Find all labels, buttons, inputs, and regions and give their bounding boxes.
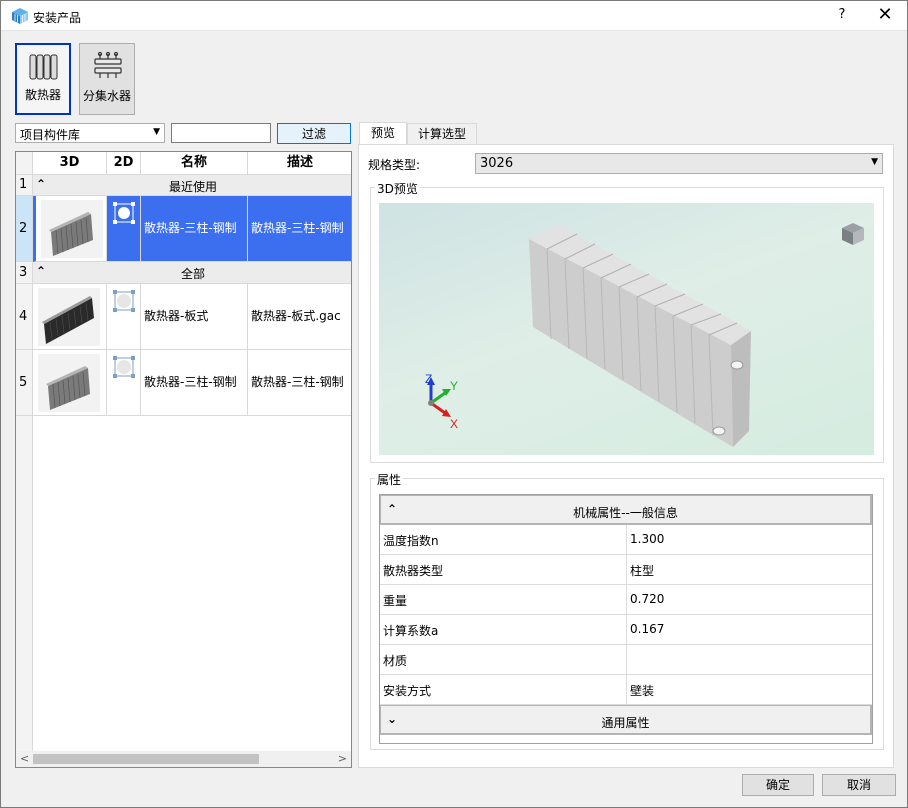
corner-header	[16, 152, 33, 175]
table-row-3d-cell[interactable]	[33, 196, 107, 262]
group-label-all: 全部	[180, 267, 205, 281]
radiator-2d-icon	[113, 202, 135, 224]
property-value[interactable]: 1.300	[630, 532, 664, 546]
row-number: 3	[16, 262, 33, 284]
property-row[interactable]: 散热器类型 柱型	[380, 555, 872, 585]
tab-preview[interactable]: 预览	[359, 122, 407, 145]
row-header-strip	[16, 416, 33, 751]
section-header-mechanical[interactable]: ⌃ 机械属性--一般信息	[380, 495, 872, 525]
properties-table: ⌃ 机械属性--一般信息 温度指数n 1.300 散热器类型 柱型 重量 0.7…	[379, 494, 873, 744]
property-value[interactable]: 0.167	[630, 622, 664, 636]
property-value[interactable]: 0.720	[630, 592, 664, 606]
row-number: 2	[16, 196, 33, 262]
title-bar: 安装产品 ? ✕	[1, 1, 907, 31]
column-header-name[interactable]: 名称	[141, 152, 248, 175]
column-header-desc[interactable]: 描述	[248, 152, 351, 175]
column-header-2d[interactable]: 2D	[107, 152, 141, 175]
row-number: 1	[16, 175, 33, 196]
table-row-2d-cell[interactable]	[107, 196, 141, 262]
tab-calculation[interactable]: 计算选型	[407, 123, 477, 145]
chevron-down-icon: ▼	[153, 127, 160, 137]
scrollbar-thumb[interactable]	[33, 754, 259, 764]
category-manifold-label: 分集水器	[82, 89, 131, 103]
chevron-down-icon: ▼	[871, 157, 878, 167]
table-row-name[interactable]: 散热器-三柱-钢制	[141, 350, 248, 416]
axis-z-label: Z	[425, 372, 432, 386]
window-title: 安装产品	[33, 11, 82, 25]
property-value[interactable]: 柱型	[630, 562, 654, 579]
table-row-name[interactable]: 散热器-三柱-钢制	[141, 196, 248, 262]
property-key: 温度指数n	[383, 534, 439, 548]
group-label-recent: 最近使用	[168, 180, 217, 194]
property-row[interactable]: 材质	[380, 645, 872, 675]
row-number: 5	[16, 350, 33, 416]
library-select-value: 项目构件库	[20, 128, 81, 142]
axis-y-label: Y	[450, 379, 458, 393]
search-input[interactable]	[171, 123, 271, 143]
horizontal-scrollbar[interactable]: < >	[16, 751, 351, 767]
radiator-3d-thumbnail	[41, 200, 103, 258]
app-cube-icon	[12, 8, 28, 24]
property-row[interactable]: 计算系数a 0.167	[380, 615, 872, 645]
radiator-icon	[29, 54, 58, 80]
cancel-button[interactable]: 取消	[822, 774, 896, 796]
table-row-name[interactable]: 散热器-板式	[141, 284, 248, 350]
property-row[interactable]: 重量 0.720	[380, 585, 872, 615]
radiator-3d-thumbnail	[38, 354, 100, 412]
scroll-right-icon[interactable]: >	[338, 751, 347, 767]
spec-type-select[interactable]: 3026 ▼	[475, 153, 883, 174]
property-key: 安装方式	[383, 684, 432, 698]
manifold-icon	[94, 51, 122, 78]
preview-3d-title: 3D预览	[375, 180, 420, 197]
section-header-general[interactable]: ⌄ 通用属性	[380, 705, 872, 735]
property-value[interactable]: 壁装	[630, 682, 654, 699]
close-button[interactable]: ✕	[875, 5, 895, 25]
ok-button[interactable]: 确定	[742, 774, 814, 796]
radiator-3d-model: Z Y X	[425, 223, 864, 447]
table-row-desc[interactable]: 散热器-三柱-钢制	[248, 196, 351, 262]
property-key: 计算系数a	[383, 624, 439, 638]
property-key: 材质	[383, 654, 408, 668]
table-row-2d-cell[interactable]	[107, 284, 141, 350]
table-row-2d-cell[interactable]	[107, 350, 141, 416]
scroll-left-icon[interactable]: <	[20, 751, 29, 767]
property-row[interactable]: 安装方式 壁装	[380, 675, 872, 705]
properties-title: 属性	[375, 471, 404, 488]
spec-type-label: 规格类型:	[368, 158, 421, 172]
column-header-3d[interactable]: 3D	[33, 152, 107, 175]
section-label-general: 通用属性	[601, 716, 650, 730]
axis-x-label: X	[450, 417, 458, 431]
group-row-recent[interactable]: ⌃ 最近使用	[33, 175, 351, 196]
component-table: 3D 2D 名称 描述 1 ⌃ 最近使用 2 散热器-三柱-钢制 散热器-三柱-…	[15, 151, 352, 768]
filter-button[interactable]: 过滤	[277, 123, 351, 144]
panel-radiator-3d-thumbnail	[38, 288, 100, 346]
section-label-mechanical: 机械属性--一般信息	[573, 506, 678, 520]
table-row-desc[interactable]: 散热器-板式.gac	[248, 284, 351, 350]
property-row[interactable]: 温度指数n 1.300	[380, 525, 872, 555]
view-cube-icon	[842, 223, 864, 245]
radiator-2d-icon	[113, 356, 135, 378]
help-button[interactable]: ?	[835, 7, 849, 22]
install-product-dialog: 安装产品 ? ✕ 散热器 分集水器 项目构件库 ▼ 过滤 3D 2D 名称 描述…	[0, 0, 908, 808]
property-key: 散热器类型	[383, 564, 444, 578]
radiator-2d-icon	[113, 290, 135, 312]
category-manifold-button[interactable]: 分集水器	[79, 43, 135, 115]
library-select[interactable]: 项目构件库 ▼	[15, 123, 165, 143]
table-row-desc[interactable]: 散热器-三柱-钢制	[248, 350, 351, 416]
property-key: 重量	[383, 594, 408, 608]
category-radiator-button[interactable]: 散热器	[15, 43, 71, 115]
category-radiator-label: 散热器	[24, 88, 61, 102]
table-row-3d-cell[interactable]	[33, 350, 107, 416]
group-row-all[interactable]: ⌃ 全部	[33, 262, 351, 284]
table-row-3d-cell[interactable]	[33, 284, 107, 350]
preview-3d-viewport[interactable]: Z Y X	[379, 203, 874, 455]
spec-type-value: 3026	[480, 156, 514, 171]
row-number: 4	[16, 284, 33, 350]
